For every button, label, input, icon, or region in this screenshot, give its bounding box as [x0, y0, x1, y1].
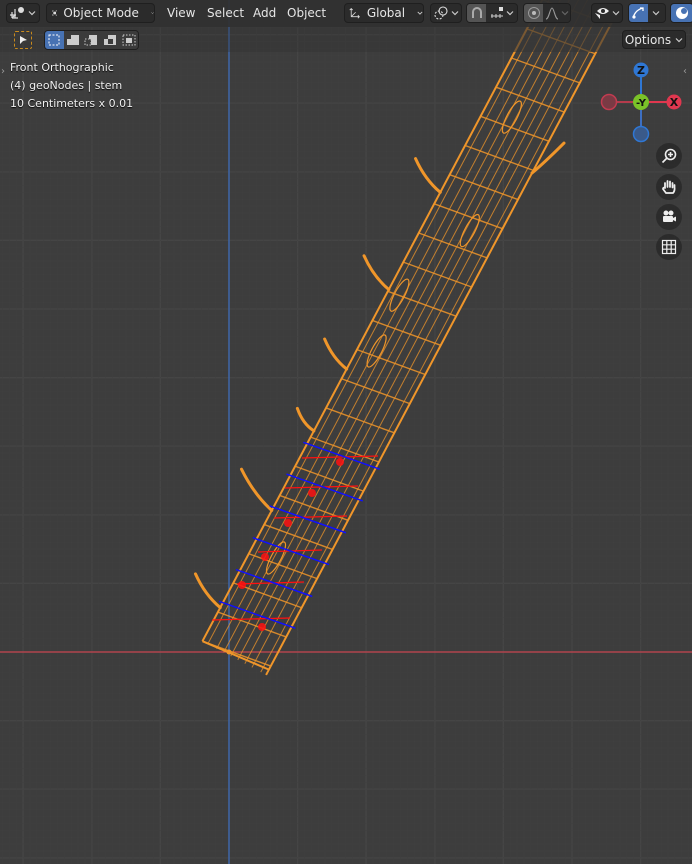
set-selection-icon [48, 34, 60, 46]
object-mode-icon [52, 10, 58, 16]
selection-mode-group [44, 30, 139, 50]
snap-toggle[interactable] [467, 4, 487, 22]
camera-icon [663, 210, 676, 222]
grid-icon [661, 239, 677, 255]
object-info-label: (4) geoNodes | stem [10, 79, 123, 92]
stem-edge-line [237, 0, 589, 661]
grid-floor [0, 0, 692, 864]
snap-increment-icon [490, 7, 503, 18]
magnet-icon [471, 7, 482, 18]
options-dropdown[interactable]: Options [622, 30, 686, 49]
proportional-edit-group [523, 3, 571, 23]
3d-viewport[interactable] [0, 0, 692, 864]
gizmo-dropdown[interactable] [647, 4, 665, 22]
red-point [284, 519, 292, 527]
intersect-selection-icon [122, 34, 136, 46]
pan-button[interactable] [656, 174, 682, 200]
menu-select[interactable]: Select [207, 3, 244, 23]
falloff-curve-icon [545, 7, 558, 20]
stem-edge-line [265, 13, 618, 676]
stem-edge-line [207, 0, 550, 645]
hand-icon [662, 180, 676, 194]
selectability-visibility-dropdown[interactable] [591, 3, 623, 23]
chevron-down-icon [612, 11, 620, 16]
navigation-gizmo[interactable]: Z X -Y [596, 58, 688, 148]
gizmo-neg-z[interactable] [632, 125, 650, 143]
camera-button[interactable] [656, 204, 682, 230]
object-origin [226, 649, 232, 655]
selectability-visibility-icon [595, 8, 609, 19]
global-axes-icon [349, 7, 360, 19]
stem-wireframe[interactable] [193, 0, 620, 676]
leaf-stalk [323, 337, 349, 371]
red-point [308, 489, 316, 497]
mode-dropdown[interactable]: Object Mode [46, 3, 155, 23]
pivot-point-dropdown[interactable] [430, 3, 462, 23]
leaf-outline [459, 213, 480, 248]
tool-header: Options [0, 27, 692, 52]
chevron-down-icon [28, 11, 36, 16]
viewport-scene[interactable] [0, 0, 692, 864]
zoom-button[interactable] [656, 143, 682, 169]
toolbar-expand-arrow[interactable]: › [1, 66, 5, 77]
proportional-edit-toggle[interactable] [524, 4, 544, 22]
red-point [258, 623, 266, 631]
gizmo-neg-y-label: -Y [636, 98, 647, 109]
ortho-toggle-button[interactable] [656, 234, 682, 260]
select-mode-extend[interactable] [63, 31, 83, 49]
overlay-button[interactable] [670, 3, 692, 23]
invert-selection-icon [104, 35, 117, 45]
chevron-down-icon [451, 11, 459, 16]
menu-view[interactable]: View [167, 3, 195, 23]
stem-edge-line [223, 0, 570, 653]
mode-label: Object Mode [63, 6, 139, 20]
proportional-edit-icon [527, 7, 540, 19]
falloff-dropdown[interactable] [543, 4, 570, 22]
viewport-header: Object Mode View Select Add Object Globa… [0, 0, 692, 27]
chevron-down-icon [151, 12, 154, 14]
select-mode-invert[interactable] [100, 31, 120, 49]
chevron-down-icon [653, 11, 660, 16]
options-label: Options [624, 32, 672, 47]
select-mode-set[interactable] [45, 31, 64, 49]
editor-type-button[interactable] [6, 3, 40, 23]
3d-viewport-icon [10, 7, 24, 19]
red-point [261, 553, 269, 561]
gizmo-x-label: X [670, 96, 679, 109]
select-cursor-icon [19, 36, 27, 44]
gizmo-neg-x[interactable] [600, 93, 618, 111]
red-point [336, 458, 344, 466]
red-direction-line [273, 515, 348, 519]
orientation-label: Global [366, 6, 406, 20]
extend-selection-icon [66, 35, 79, 45]
chevron-down-icon [675, 37, 683, 42]
chevron-down-icon [417, 11, 423, 15]
menu-object[interactable]: Object [287, 3, 326, 23]
gizmo-toggle[interactable] [629, 4, 648, 22]
zoom-in-icon [661, 148, 677, 164]
transform-orientation-dropdown[interactable]: Global [344, 3, 424, 23]
active-tool-button[interactable] [14, 31, 32, 49]
select-mode-intersect[interactable] [119, 31, 138, 49]
chevron-down-icon [561, 11, 569, 16]
snap-group [466, 3, 518, 23]
gizmo-z-label: Z [637, 64, 645, 77]
menu-add[interactable]: Add [253, 3, 276, 23]
gizmo-toggle-icon [632, 7, 645, 19]
subtract-selection-icon [84, 35, 98, 46]
view-name-label: Front Orthographic [10, 61, 114, 74]
leaf-stalk [193, 572, 222, 610]
viewport-shading-icon [676, 7, 688, 19]
grid-scale-label: 10 Centimeters x 0.01 [10, 97, 134, 110]
red-point [238, 581, 246, 589]
snap-target-dropdown[interactable] [486, 4, 517, 22]
chevron-down-icon [506, 11, 514, 16]
gizmo-group [628, 3, 666, 23]
select-mode-subtract[interactable] [82, 31, 101, 49]
pivot-point-icon [434, 6, 448, 20]
